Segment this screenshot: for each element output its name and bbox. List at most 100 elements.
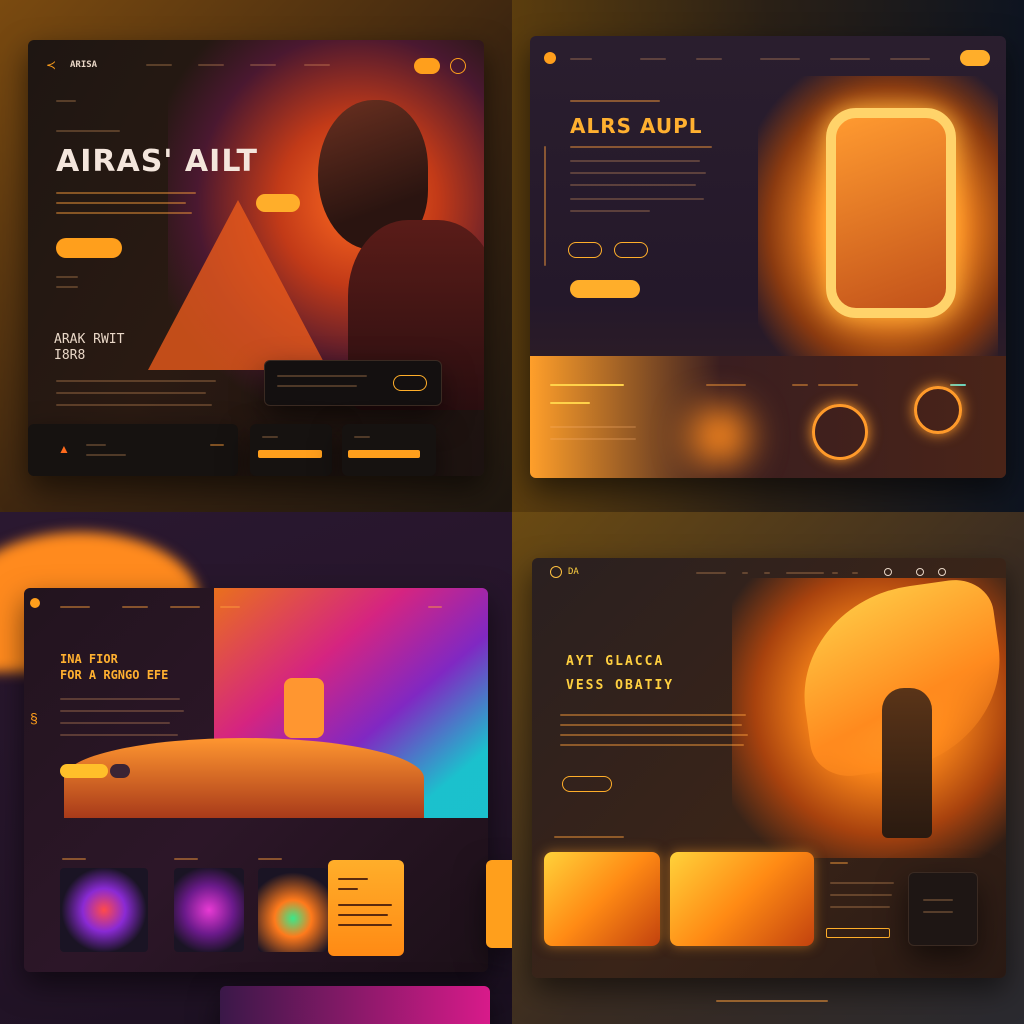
feature-card[interactable] <box>250 424 332 476</box>
nav-link[interactable] <box>60 606 90 608</box>
nav-link[interactable] <box>830 58 870 60</box>
nav-link[interactable] <box>428 606 442 608</box>
nav-link[interactable] <box>760 58 800 60</box>
body-text-line <box>56 392 206 394</box>
nav-link[interactable] <box>890 58 930 60</box>
panel-1-card: ≺ ARISA AIRAS' AILT ARAK RWIT I8R8 ▲ <box>28 40 484 476</box>
nav-link[interactable] <box>640 58 666 60</box>
primary-cta-button[interactable] <box>56 238 122 258</box>
logo-icon[interactable] <box>550 566 562 578</box>
gallery-thumbnail[interactable] <box>174 868 244 952</box>
nav-link[interactable] <box>146 64 172 66</box>
panel-1: ≺ ARISA AIRAS' AILT ARAK RWIT I8R8 ▲ <box>0 0 512 512</box>
nav-link[interactable] <box>122 606 148 608</box>
feature-card[interactable] <box>328 860 404 956</box>
bottom-section <box>530 356 1006 478</box>
hero-title-line-1: INA FIOR <box>60 652 118 666</box>
nav-link[interactable] <box>198 64 224 66</box>
logo-text: ARISA <box>70 60 98 70</box>
meta-text <box>56 286 78 288</box>
nav-link[interactable] <box>786 572 824 574</box>
glowing-orb <box>690 406 750 466</box>
body-text-line <box>56 192 196 194</box>
nav-link[interactable] <box>220 606 240 608</box>
nav-icon[interactable] <box>916 568 924 576</box>
panel-3-card: INA FIOR FOR A RGNGO EFE § <box>24 588 488 972</box>
hero-title-line-1: AYT GLACCA <box>566 654 665 669</box>
mountain-illustration <box>148 200 328 370</box>
card-cta-button[interactable] <box>826 928 890 938</box>
gallery-thumbnail[interactable] <box>544 852 660 946</box>
page-footer-preview <box>220 986 490 1024</box>
body-text-line <box>570 172 706 174</box>
eyebrow-text <box>56 130 120 132</box>
section-title: ARAK RWIT <box>54 332 125 347</box>
body-text-line <box>56 212 192 214</box>
nav-cta-button[interactable] <box>960 50 990 66</box>
nav-link[interactable] <box>304 64 330 66</box>
body-text-line <box>60 710 184 712</box>
side-widget[interactable] <box>908 872 978 946</box>
panel-4: DA AYT GLACCA VESS OBATIY <box>512 512 1024 1024</box>
nav-link[interactable] <box>696 572 726 574</box>
primary-cta-button[interactable] <box>570 280 640 298</box>
info-panel <box>264 360 442 406</box>
meta-text <box>56 276 78 278</box>
feature-card-partial[interactable] <box>486 860 512 948</box>
body-text-line <box>560 734 748 736</box>
nav-link[interactable] <box>696 58 722 60</box>
nav-link[interactable] <box>764 572 770 574</box>
card-title <box>258 858 282 860</box>
card-title <box>62 858 86 860</box>
nav-link[interactable] <box>852 572 858 574</box>
body-text-line <box>560 744 744 746</box>
section-subtitle: I8R8 <box>54 348 86 363</box>
side-icon[interactable]: § <box>30 710 38 726</box>
secondary-button[interactable] <box>562 776 612 792</box>
hero-title-line-2: VESS OBATIY <box>566 678 675 693</box>
panel-4-card: DA AYT GLACCA VESS OBATIY <box>532 558 1006 978</box>
nav-link[interactable] <box>250 64 276 66</box>
logo-icon[interactable] <box>544 52 556 64</box>
panel-2-card: ALRS AUPL <box>530 36 1006 478</box>
secondary-button[interactable] <box>614 242 648 258</box>
nav-icon[interactable] <box>884 568 892 576</box>
hero-title-line-2: FOR A RGNGO EFE <box>60 668 169 682</box>
body-text-line <box>570 184 696 186</box>
floating-tag <box>256 194 300 212</box>
secondary-button[interactable] <box>110 764 130 778</box>
nav-link[interactable] <box>742 572 748 574</box>
feature-card[interactable] <box>342 424 436 476</box>
section-divider <box>554 836 624 838</box>
logo-text <box>570 58 592 60</box>
body-text-line <box>56 202 186 204</box>
gallery-thumbnail[interactable] <box>258 868 328 952</box>
card-title <box>830 862 848 864</box>
logo-text: DA <box>568 567 579 577</box>
panel-2: ALRS AUPL <box>512 0 1024 512</box>
nav-link[interactable] <box>170 606 200 608</box>
nav-cta-button[interactable] <box>414 58 440 74</box>
nav-link[interactable] <box>832 572 838 574</box>
menu-icon[interactable] <box>450 58 466 74</box>
astronaut-illustration <box>284 678 324 738</box>
gallery-thumbnail[interactable] <box>60 868 148 952</box>
logo-icon[interactable]: ≺ <box>46 58 56 72</box>
body-text-line <box>570 160 700 162</box>
logo-icon[interactable] <box>30 598 40 608</box>
gallery-thumbnail[interactable] <box>670 852 814 946</box>
card-title <box>174 858 198 860</box>
portal-door-illustration <box>826 108 956 318</box>
flame-icon: ▲ <box>58 442 70 456</box>
primary-cta-button[interactable] <box>60 764 108 778</box>
eyebrow-text <box>56 100 76 102</box>
feature-card[interactable]: ▲ <box>28 424 238 476</box>
scroll-indicator[interactable] <box>544 146 546 266</box>
dune-illustration <box>64 738 424 818</box>
body-text-line <box>60 734 178 736</box>
eyebrow-text <box>570 100 660 102</box>
hero-title: ALRS AUPL <box>570 114 703 138</box>
nav-icon[interactable] <box>938 568 946 576</box>
body-text-line <box>56 380 216 382</box>
secondary-button[interactable] <box>568 242 602 258</box>
